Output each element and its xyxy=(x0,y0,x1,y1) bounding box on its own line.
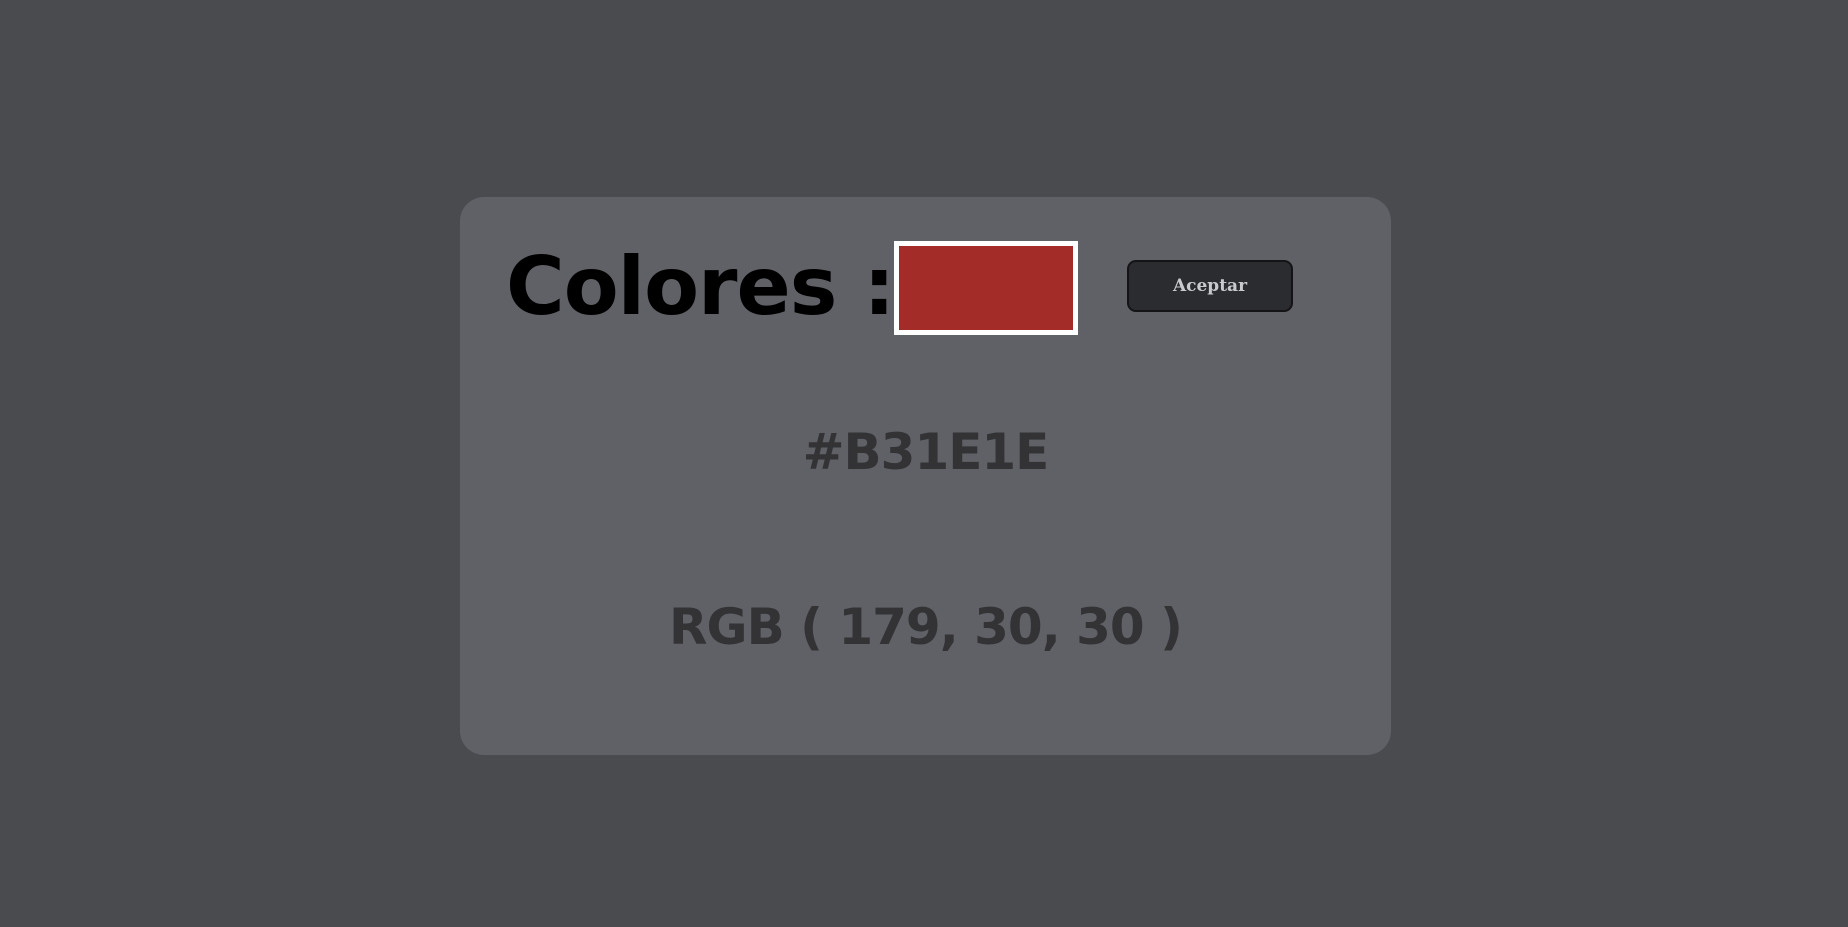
hex-value: #B31E1E xyxy=(802,423,1050,481)
rgb-value: RGB ( 179, 30, 30 ) xyxy=(669,598,1183,656)
accept-button[interactable]: Aceptar xyxy=(1127,260,1293,312)
color-card: Colores : Aceptar #B31E1E RGB ( 179, 30,… xyxy=(460,197,1391,755)
colors-title: Colores : xyxy=(506,240,895,333)
color-swatch[interactable] xyxy=(894,241,1078,335)
